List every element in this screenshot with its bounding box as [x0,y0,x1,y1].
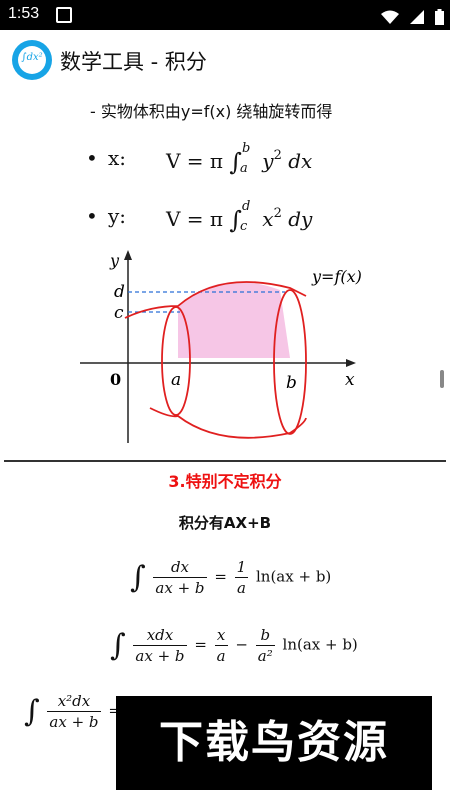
left-cross-section [161,306,191,416]
status-icons [375,6,444,25]
section-divider [4,460,446,462]
label-fx: y=f(x) [311,267,362,286]
signal-icon [409,9,424,24]
wifi-icon [380,10,399,24]
right-cross-section [273,289,307,435]
label-x: x [345,370,355,390]
section-subheading: 积分有AX+B [178,514,272,532]
integral-formula-2: ∫ xdx ax + b = xa − b a² ln(ax + b) [110,626,358,665]
label-c: c [114,303,124,323]
solid-of-revolution-diagram: y d c 0 a b x y=f(x) [80,250,362,443]
watermark-banner: 下载鸟资源 [116,696,432,790]
volume-subtitle: - 实物体积由y=f(x) 绕轴旋转而得 [90,102,333,121]
label-a: a [171,370,181,390]
label-y: y [109,251,120,270]
label-origin: 0 [110,370,121,389]
content-scroll-area[interactable]: - 实物体积由y=f(x) 绕轴旋转而得 • x: V = π ∫ b a y2 d… [0,88,450,800]
battery-icon [435,8,444,25]
x-axis-arrow [346,359,356,367]
status-time: 1:53 [8,5,40,22]
y-axis-arrow [124,250,132,260]
notification-icon [56,7,72,23]
lower-curve [149,407,307,439]
status-bar: 1:53 [0,0,450,30]
app-title: 数学工具 - 积分 [60,50,207,74]
section-heading: 3.特别不定积分 [168,472,282,491]
label-b: b [286,373,297,393]
integral-formula-1: ∫ dx ax + b = 1a ln(ax + b) [130,558,332,597]
scrollbar-thumb[interactable] [440,370,444,388]
app-logo: ∫dx² [12,40,52,80]
label-d: d [114,282,125,302]
app-bar: ∫dx² 数学工具 - 积分 [0,30,450,88]
integral-formula-3: ∫ x²dx ax + b = [24,692,121,731]
